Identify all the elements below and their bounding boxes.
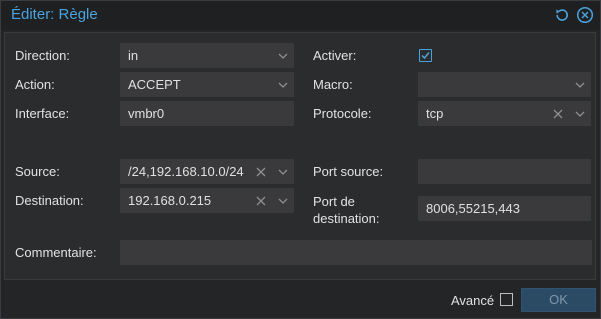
close-circle-icon[interactable] bbox=[576, 6, 594, 24]
source-combo[interactable]: /24,192.168.10.0/24 bbox=[120, 159, 294, 184]
destination-label: Destination: bbox=[15, 193, 84, 208]
enable-checkbox[interactable] bbox=[419, 49, 432, 62]
chevron-down-icon[interactable] bbox=[276, 77, 290, 93]
rule-form-panel: Direction: in Action: ACCEPT Interface: … bbox=[4, 32, 596, 280]
refresh-icon[interactable] bbox=[553, 6, 571, 24]
chevron-down-icon[interactable] bbox=[276, 48, 290, 64]
dest-port-label-line2: destination: bbox=[313, 211, 380, 226]
advanced-checkbox[interactable] bbox=[500, 293, 513, 306]
action-value: ACCEPT bbox=[128, 77, 181, 92]
interface-value: vmbr0 bbox=[128, 106, 165, 121]
clear-icon[interactable] bbox=[551, 106, 565, 122]
chevron-down-icon[interactable] bbox=[276, 164, 290, 180]
ok-button[interactable]: OK bbox=[521, 288, 596, 312]
source-port-input[interactable] bbox=[418, 159, 591, 184]
clear-icon[interactable] bbox=[254, 164, 268, 180]
macro-select[interactable] bbox=[418, 72, 591, 97]
chevron-down-icon[interactable] bbox=[573, 106, 587, 122]
protocol-value: tcp bbox=[426, 106, 444, 121]
action-select[interactable]: ACCEPT bbox=[120, 72, 294, 97]
macro-label: Macro: bbox=[313, 77, 353, 92]
action-label: Action: bbox=[15, 77, 55, 92]
dialog-footer: Avancé OK bbox=[1, 281, 600, 318]
dest-port-value: 8006,55215,443 bbox=[426, 201, 520, 216]
edit-rule-dialog: Éditer: Règle Direction: in Action: ACCE… bbox=[0, 0, 601, 319]
clear-icon[interactable] bbox=[254, 193, 268, 209]
dialog-title: Éditer: Règle bbox=[11, 6, 98, 23]
direction-select[interactable]: in bbox=[120, 43, 294, 68]
dest-port-input[interactable]: 8006,55215,443 bbox=[418, 196, 591, 221]
source-port-label: Port source: bbox=[313, 164, 384, 179]
chevron-down-icon[interactable] bbox=[573, 77, 587, 93]
source-label: Source: bbox=[15, 164, 60, 179]
comment-label: Commentaire: bbox=[15, 245, 97, 260]
protocol-combo[interactable]: tcp bbox=[418, 101, 591, 126]
enable-label: Activer: bbox=[313, 48, 357, 63]
advanced-label: Avancé bbox=[451, 293, 495, 308]
dest-port-label-line1: Port de bbox=[313, 194, 355, 209]
destination-combo[interactable]: 192.168.0.215 bbox=[120, 188, 294, 213]
interface-input[interactable]: vmbr0 bbox=[120, 101, 294, 126]
dialog-titlebar[interactable]: Éditer: Règle bbox=[1, 1, 600, 30]
protocol-label: Protocole: bbox=[313, 106, 372, 121]
direction-label: Direction: bbox=[15, 48, 70, 63]
direction-value: in bbox=[128, 48, 139, 63]
source-value: /24,192.168.10.0/24 bbox=[128, 164, 244, 179]
comment-input[interactable] bbox=[120, 240, 592, 265]
chevron-down-icon[interactable] bbox=[276, 193, 290, 209]
destination-value: 192.168.0.215 bbox=[128, 193, 212, 208]
interface-label: Interface: bbox=[15, 106, 70, 121]
